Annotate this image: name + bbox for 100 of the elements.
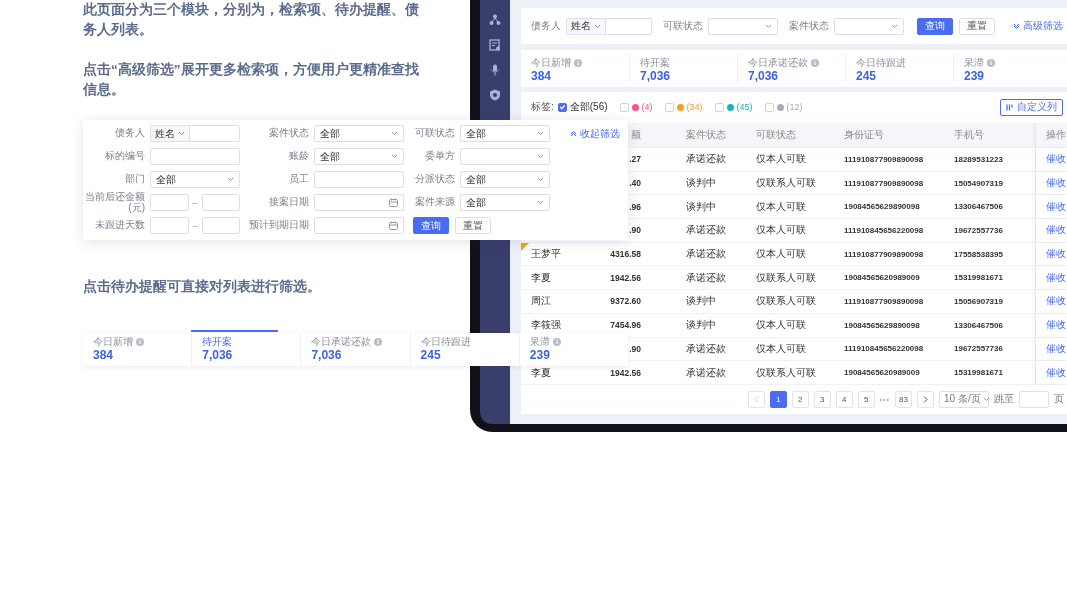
stat-item[interactable]: 今日新增 384	[521, 54, 629, 83]
stat-item[interactable]: 待开案 7,036	[629, 54, 737, 83]
stat-item[interactable]: 今日承诺还款 7,036	[737, 54, 845, 83]
query-button[interactable]: 查询	[917, 17, 953, 35]
field-label: 案件状态	[268, 128, 309, 139]
page-button[interactable]: 5	[857, 390, 875, 408]
select-field[interactable]: 全部	[314, 125, 404, 142]
table-cell: 9372.60	[610, 296, 641, 307]
page-button[interactable]: 1	[769, 390, 787, 408]
table-cell: 李夏	[531, 270, 551, 285]
tag-label: 全部(56)	[569, 100, 608, 114]
field-label: 可联状态	[663, 20, 703, 32]
table-cell: 15319981671	[954, 368, 1003, 378]
select-field[interactable]: 全部	[460, 125, 550, 142]
advanced-filter-link[interactable]: 高级筛选	[1013, 17, 1067, 35]
input-field[interactable]	[201, 194, 240, 211]
collect-link[interactable]: 催收	[1046, 223, 1066, 238]
input-field[interactable]	[150, 148, 240, 165]
table-cell: 4316.58	[610, 249, 641, 260]
page-size-select[interactable]: 10 条/页	[939, 390, 989, 408]
table-cell: 15056907319	[954, 296, 1003, 306]
collect-link[interactable]: 催收	[1046, 318, 1066, 333]
stat-value: 7,036	[748, 69, 780, 84]
stat-item[interactable]: 今日承诺还款 7,036	[300, 333, 410, 366]
network-icon[interactable]	[489, 14, 501, 26]
stat-item[interactable]: 今日待跟进 245	[845, 54, 953, 83]
stat-item[interactable]: 呆滞 239	[953, 54, 1061, 83]
table-cell: 19084565629890098	[844, 320, 920, 330]
document-icon[interactable]	[489, 39, 501, 51]
name-input[interactable]	[606, 17, 652, 35]
page-jump-input[interactable]	[1019, 390, 1049, 408]
collect-link[interactable]: 催收	[1046, 365, 1066, 380]
name-type-select[interactable]: 姓名	[150, 125, 190, 142]
table-cell: 19672557736	[954, 344, 1003, 354]
checkbox[interactable]	[557, 102, 567, 112]
select-field[interactable]: 全部	[314, 148, 404, 165]
field-label: 员工	[288, 174, 309, 185]
chevron-icon	[594, 23, 601, 29]
collect-link[interactable]: 催收	[1046, 294, 1066, 309]
field-label: 分派状态	[414, 174, 455, 185]
input-field[interactable]	[201, 217, 240, 234]
chevron-icon	[982, 396, 990, 402]
select-field[interactable]	[708, 17, 778, 35]
collect-link[interactable]: 催收	[1046, 247, 1066, 262]
stat-item[interactable]: 今日新增 384	[83, 333, 192, 366]
next-page-button[interactable]	[917, 390, 934, 408]
table-cell: 承诺还款	[686, 365, 726, 380]
query-button[interactable]: 查询	[413, 217, 449, 234]
field-label: 部门	[124, 174, 145, 185]
collapse-filter-link[interactable]: 收起筛选	[570, 125, 620, 142]
input-field[interactable]	[150, 194, 189, 211]
select-field[interactable]: 全部	[460, 171, 550, 188]
table-cell: 承诺还款	[686, 223, 726, 238]
stat-value: 245	[856, 69, 878, 84]
page-button[interactable]: 4	[835, 390, 853, 408]
page-button[interactable]: 83	[895, 390, 912, 408]
double-chevron-icon	[1013, 23, 1020, 29]
customize-columns-button[interactable]: 自定义列	[1000, 98, 1063, 116]
table-cell: 周江	[531, 294, 551, 309]
collect-link[interactable]: 催收	[1046, 341, 1066, 356]
name-type-select[interactable]: 姓名	[566, 17, 606, 35]
reset-button[interactable]: 重置	[455, 217, 491, 234]
collect-link[interactable]: 催收	[1046, 176, 1066, 191]
collect-link[interactable]: 催收	[1046, 270, 1066, 285]
select-field[interactable]	[834, 17, 904, 35]
chevron-right-icon	[923, 395, 928, 403]
table-cell: 仅本人可联	[756, 247, 806, 262]
select-field[interactable]: 全部	[150, 171, 240, 188]
tags-label: 标签:	[531, 100, 554, 114]
table-cell: 111910845656220098	[844, 225, 924, 235]
date-field[interactable]	[314, 217, 404, 234]
page-button[interactable]: 3	[813, 390, 831, 408]
input-field[interactable]	[150, 217, 189, 234]
shield-icon[interactable]	[489, 89, 501, 101]
date-field[interactable]	[314, 194, 404, 211]
field-label: 预计到期日期	[248, 220, 309, 231]
stat-value: 239	[964, 69, 986, 84]
columns-icon	[1006, 103, 1013, 111]
chevron-icon	[537, 200, 544, 205]
collect-link[interactable]: 催收	[1046, 152, 1066, 167]
description-text: 点击“高级筛选”展开更多检索项，方便用户更精准查找信息。	[83, 61, 419, 99]
stat-label: 今日承诺还款	[311, 336, 372, 348]
stat-item[interactable]: 待开案 7,036	[191, 333, 301, 366]
page-button[interactable]: 2	[791, 390, 809, 408]
select-field[interactable]: 全部	[460, 194, 550, 211]
select-field[interactable]	[460, 148, 550, 165]
name-input[interactable]	[190, 125, 240, 142]
field-label: 当前后还金额(元)	[85, 192, 145, 213]
reset-button[interactable]: 重置	[959, 17, 995, 35]
table-cell: 7454.96	[610, 320, 641, 331]
stat-label: 今日承诺还款	[748, 57, 808, 69]
chevron-left-icon	[753, 395, 759, 403]
column-header: 手机号	[954, 128, 984, 142]
input-field[interactable]	[314, 171, 404, 188]
microphone-icon[interactable]	[489, 64, 501, 76]
table-cell: 仅联系人可联	[756, 294, 816, 309]
collect-link[interactable]: 催收	[1046, 199, 1066, 214]
chevron-icon	[227, 177, 234, 182]
table-cell: 19084565629890098	[844, 202, 920, 212]
table-cell: .90	[629, 343, 641, 354]
